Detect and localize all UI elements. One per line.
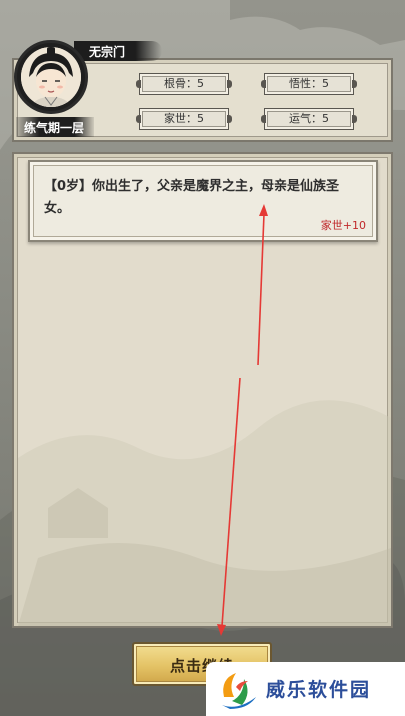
watermark-logo-icon bbox=[222, 673, 256, 709]
log-entry-text: 【0岁】你出生了，父亲是魔界之主，母亲是仙族圣女。 bbox=[44, 179, 340, 216]
realm-name: 练气期一层 bbox=[24, 121, 85, 135]
log-entry-card: 【0岁】你出生了，父亲是魔界之主，母亲是仙族圣女。 家世+10 bbox=[28, 160, 378, 242]
sect-name: 无宗门 bbox=[89, 45, 126, 59]
avatar-portrait bbox=[21, 47, 81, 107]
stat-bone: 根骨：5 bbox=[136, 73, 232, 95]
watermark: 威乐软件园 bbox=[206, 662, 405, 716]
avatar[interactable] bbox=[14, 40, 88, 114]
stat-luck: 运气：5 bbox=[261, 108, 357, 130]
stat-comprehension: 悟性：5 bbox=[261, 73, 357, 95]
character-portrait-icon bbox=[21, 47, 81, 107]
log-entry-gain: 家世+10 bbox=[320, 219, 366, 232]
stat-family: 家世：5 bbox=[136, 108, 232, 130]
watermark-text: 威乐软件园 bbox=[266, 679, 372, 701]
